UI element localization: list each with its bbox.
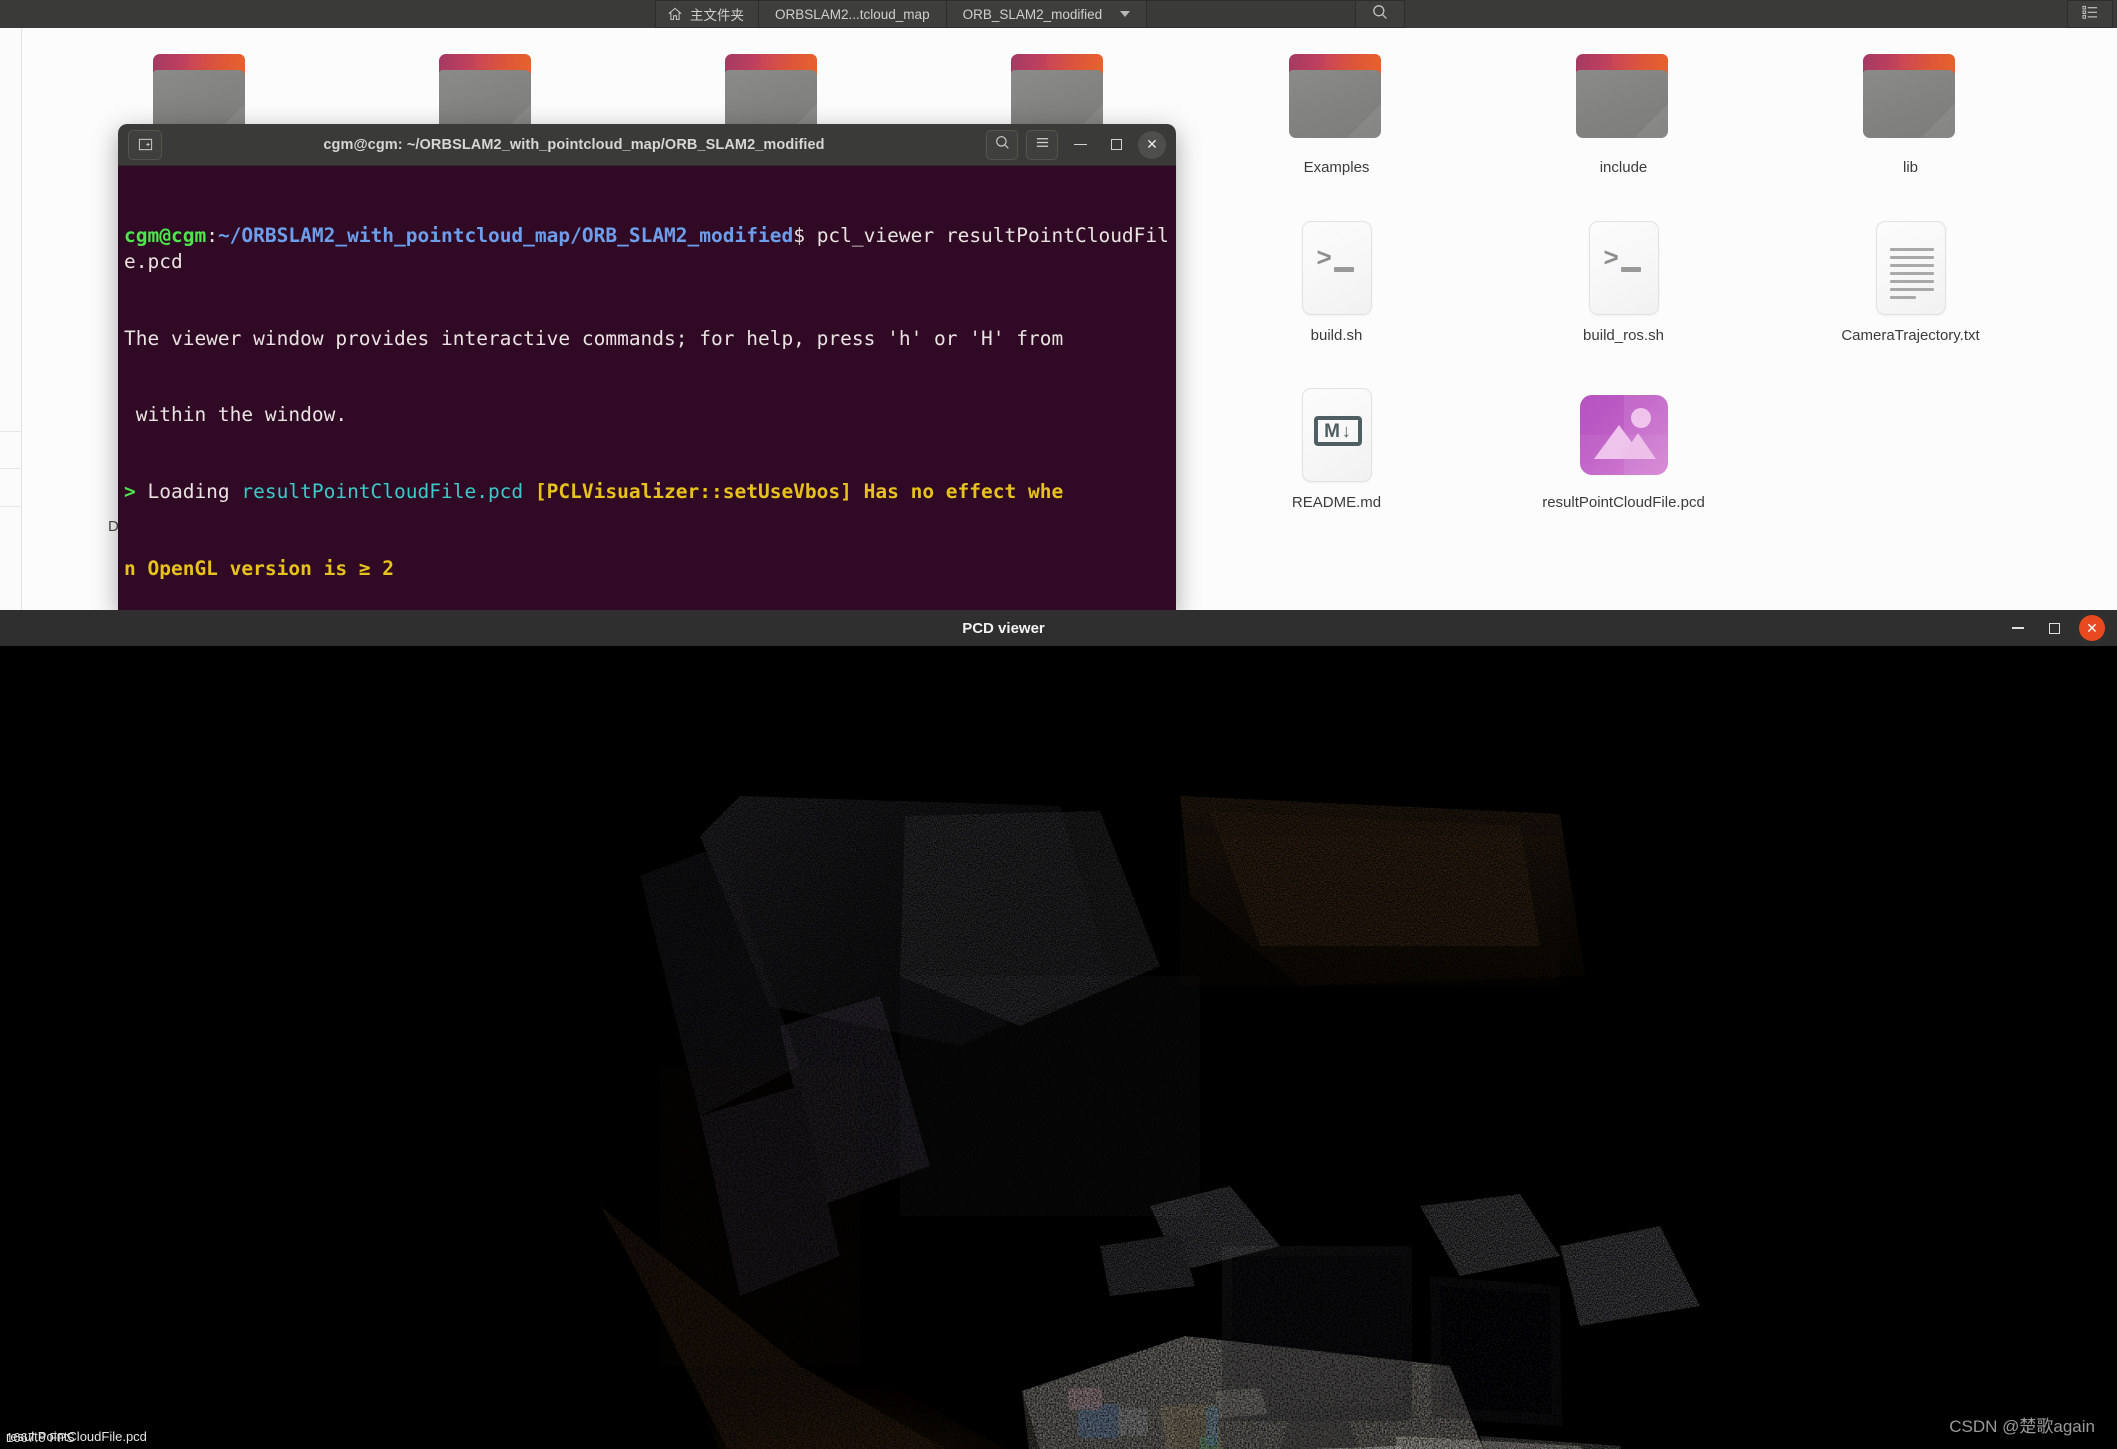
pcd-viewer-titlebar: PCD viewer ✕ (0, 610, 2117, 646)
list-item-label: build_ros.sh (1583, 327, 1664, 344)
terminal-help-line-2: within the window. (124, 403, 348, 427)
breadcrumb-item-home[interactable]: 主文件夹 (655, 0, 758, 28)
terminal-loading-marker: > (124, 480, 148, 504)
list-item-label: Examples (1303, 159, 1370, 176)
list-item-examples[interactable]: Examples (1249, 50, 1424, 177)
terminal-menu-button[interactable] (1026, 129, 1058, 160)
search-icon (995, 135, 1010, 155)
list-item-camera-trajectory[interactable]: CameraTrajectory.txt (1823, 218, 1998, 345)
terminal-minimize-button[interactable] (1066, 131, 1094, 159)
terminal-close-button[interactable]: ✕ (1138, 130, 1166, 159)
script-file-icon: > (1574, 218, 1674, 318)
headerbar-left-spacer (0, 0, 655, 28)
minimize-icon (1073, 143, 1087, 146)
minimize-icon (2012, 627, 2024, 629)
breadcrumb: 主文件夹 ORBSLAM2...tcloud_map ORB_SLAM2_mod… (655, 0, 1148, 28)
list-item-build-ros-sh[interactable]: > build_ros.sh (1536, 218, 1711, 345)
file-manager-search-button[interactable] (1355, 0, 1406, 28)
terminal-maximize-button[interactable] (1102, 131, 1130, 159)
folder-icon (1287, 50, 1387, 150)
close-icon: ✕ (2086, 619, 2098, 636)
pcd-viewer-window-controls: ✕ (2007, 615, 2117, 641)
terminal-window-controls: ✕ (986, 129, 1166, 160)
list-item-label: README.md (1291, 494, 1382, 511)
new-tab-icon[interactable] (128, 129, 162, 160)
maximize-icon (1110, 139, 1122, 150)
list-item-result-pointcloud[interactable]: resultPointCloudFile.pcd (1536, 385, 1711, 512)
list-item-include[interactable]: include (1536, 50, 1711, 177)
watermark: CSDN @楚歌again (1949, 1417, 2095, 1436)
pcd-close-button[interactable]: ✕ (2079, 615, 2105, 641)
list-item-label: resultPointCloudFile.pcd (1542, 494, 1705, 511)
file-manager-view-options-button[interactable] (2067, 0, 2113, 28)
markdown-file-icon: M ↓ (1287, 385, 1387, 485)
pcd-viewer-title: PCD viewer (962, 619, 1045, 637)
point-cloud-render (0, 646, 2117, 1449)
close-icon: ✕ (1146, 136, 1158, 152)
terminal-title: cgm@cgm: ~/ORBSLAM2_with_pointcloud_map/… (323, 136, 825, 153)
sidebar-divider-3 (0, 506, 22, 507)
terminal-path: ~/ORBSLAM2_with_pointcloud_map/ORB_SLAM2… (217, 224, 794, 248)
list-item-build-sh[interactable]: > build.sh (1249, 218, 1424, 345)
list-item-label: build.sh (1310, 327, 1363, 344)
terminal-loading-word: Loading (147, 480, 242, 504)
terminal-warning-line-2: n OpenGL version is ≥ 2 (118, 556, 1176, 582)
text-file-icon (1861, 218, 1961, 318)
pcd-minimize-button[interactable] (2007, 617, 2029, 639)
sidebar-divider-1 (0, 431, 22, 432)
hamburger-menu-icon (1035, 135, 1050, 155)
terminal-search-button[interactable] (986, 129, 1018, 160)
terminal-warning-2: n OpenGL version is ≥ 2 (124, 556, 395, 580)
list-view-icon (2082, 4, 2098, 25)
list-item-label: CameraTrajectory.txt (1841, 327, 1980, 344)
script-file-icon: > (1287, 218, 1387, 318)
list-item-lib[interactable]: lib (1823, 50, 1998, 177)
terminal-dollar: $ (793, 224, 805, 248)
terminal-prompt-line: cgm@cgm:~/ORBSLAM2_with_pointcloud_map/O… (118, 223, 1176, 274)
pcd-filename-readout: resultPointCloudFile.pcd (6, 1429, 147, 1444)
maximize-icon (2048, 622, 2060, 634)
terminal-output[interactable]: cgm@cgm:~/ORBSLAM2_with_pointcloud_map/O… (118, 166, 1176, 612)
terminal-user: cgm@cgm (124, 224, 207, 248)
terminal-warning-1: [PCLVisualizer::setUseVbos] Has no effec… (534, 480, 1064, 504)
list-item-label: lib (1902, 159, 1918, 176)
breadcrumb-home-label: 主文件夹 (690, 8, 744, 23)
file-manager-headerbar: 主文件夹 ORBSLAM2...tcloud_map ORB_SLAM2_mod… (0, 0, 2117, 28)
image-file-icon (1574, 385, 1674, 485)
breadcrumb-current-label: ORB_SLAM2_modified (962, 6, 1103, 22)
home-icon (668, 7, 682, 21)
pcd-maximize-button[interactable] (2043, 617, 2065, 639)
terminal-loading-file: resultPointCloudFile.pcd (241, 480, 535, 504)
breadcrumb-parent-label: ORBSLAM2...tcloud_map (775, 6, 930, 22)
chevron-down-icon[interactable] (1120, 11, 1131, 17)
file-manager-sidebar (0, 28, 22, 612)
breadcrumb-item-current[interactable]: ORB_SLAM2_modified (945, 0, 1148, 28)
list-item-readme[interactable]: M ↓ README.md (1249, 385, 1424, 512)
pcd-viewer-window: PCD viewer ✕ 1667.9 FPS resultPointCloud… (0, 610, 2117, 1449)
breadcrumb-item-parent[interactable]: ORBSLAM2...tcloud_map (758, 0, 946, 28)
headerbar-right-spacer (1405, 0, 2067, 28)
folder-icon (1861, 50, 1961, 150)
terminal-loading-line: > Loading resultPointCloudFile.pcd [PCLV… (118, 479, 1176, 505)
terminal-titlebar: cgm@cgm: ~/ORBSLAM2_with_pointcloud_map/… (118, 124, 1176, 166)
terminal-window: cgm@cgm: ~/ORBSLAM2_with_pointcloud_map/… (118, 124, 1176, 612)
headerbar-mid-gap (1147, 0, 1356, 28)
pcd-status-overlay: 1667.9 FPS resultPointCloudFile.pcd (6, 1429, 147, 1444)
screen: 主文件夹 ORBSLAM2...tcloud_map ORB_SLAM2_mod… (0, 0, 2117, 1449)
terminal-help-line-1: The viewer window provides interactive c… (124, 326, 1064, 350)
list-item-label: include (1599, 159, 1648, 176)
folder-icon (1574, 50, 1674, 150)
search-icon (1372, 4, 1388, 25)
pcd-render-canvas[interactable]: 1667.9 FPS resultPointCloudFile.pcd CSDN… (0, 646, 2117, 1449)
terminal-colon: : (206, 224, 218, 248)
sidebar-divider-2 (0, 468, 22, 469)
